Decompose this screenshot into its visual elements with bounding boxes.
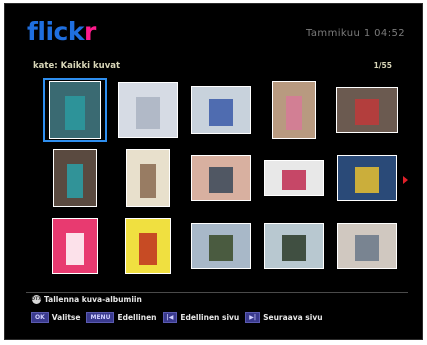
photo-screenshot-window-subject [209, 98, 233, 127]
photo-palm-lake [191, 223, 251, 269]
photo-tile-1[interactable] [43, 78, 107, 142]
photo-palm-lake-subject [209, 235, 233, 262]
clock: Tammikuu 1 04:52 [306, 28, 405, 39]
photo-man-with-art-subject [355, 99, 379, 126]
prev-page-key-icon: |◀ [162, 312, 178, 323]
logo-text-flick: flick [27, 17, 84, 46]
photo-woman-teal-top-subject [65, 96, 85, 130]
photo-woman-teal-top [49, 81, 101, 139]
photo-tile-12[interactable] [116, 214, 180, 278]
photo-blue-painting-subject [355, 167, 379, 194]
photo-tile-9[interactable] [262, 146, 326, 210]
photo-counter: 1/55 [373, 61, 392, 70]
photo-tile-3[interactable] [189, 78, 253, 142]
photo-sunset-lake [191, 155, 251, 201]
photo-woman-teal-standing-subject [66, 164, 84, 198]
photo-three-paintings-subject [282, 169, 306, 190]
photo-blue-painting [337, 155, 397, 201]
photo-woman-teal-standing [53, 149, 97, 207]
photo-tile-2[interactable] [116, 78, 180, 142]
ok-key-label: Valitse [51, 313, 81, 322]
photo-grid [43, 78, 407, 278]
breadcrumb: kate: Kaikki kuvat [33, 61, 121, 71]
photo-tile-6[interactable] [43, 146, 107, 210]
photo-palm-shore-subject [282, 235, 306, 262]
photo-pink-painting [52, 218, 98, 274]
prev-page-key-label: Edellinen sivu [180, 313, 240, 322]
photo-calm-lake-subject [355, 235, 379, 262]
menu-key-label: Edellinen [117, 313, 157, 322]
logo-text-r: r [83, 17, 96, 46]
photo-man-with-art [336, 87, 398, 133]
photo-person-pink-shirt [272, 81, 316, 139]
photo-tile-5[interactable] [335, 78, 399, 142]
ok-key-icon: OK [31, 312, 49, 323]
photo-tile-10[interactable] [335, 146, 399, 210]
save-to-album-hint: DTX Tallenna kuva-albumiin [31, 295, 142, 304]
save-to-album-label: Tallenna kuva-albumiin [44, 295, 142, 304]
next-page-arrow-icon[interactable] [403, 176, 408, 184]
photo-screenshot-window [191, 86, 251, 134]
photo-palm-shore [264, 223, 324, 269]
tv-screen: flickr Tammikuu 1 04:52 kate: Kaikki kuv… [4, 3, 423, 340]
photo-tile-8[interactable] [189, 146, 253, 210]
photo-screenshot-list [118, 82, 178, 138]
photo-tile-14[interactable] [262, 214, 326, 278]
photo-tile-11[interactable] [43, 214, 107, 278]
photo-tile-13[interactable] [189, 214, 253, 278]
photo-tile-4[interactable] [262, 78, 326, 142]
photo-woman-doorway [126, 149, 170, 207]
flickr-logo: flickr [27, 19, 96, 44]
photo-pink-painting-subject [66, 232, 84, 265]
dtx-button-icon: DTX [31, 295, 42, 304]
remote-key-legend: OK Valitse MENU Edellinen |◀ Edellinen s… [31, 312, 329, 323]
footer-divider [26, 292, 408, 293]
photo-tile-15[interactable] [335, 214, 399, 278]
photo-three-paintings [264, 160, 324, 196]
photo-tile-7[interactable] [116, 146, 180, 210]
photo-person-pink-shirt-subject [285, 96, 303, 130]
photo-yellow-painting [125, 218, 171, 274]
next-page-key-label: Seuraava sivu [263, 313, 323, 322]
photo-woman-doorway-subject [139, 164, 157, 198]
menu-key-icon: MENU [86, 312, 115, 323]
photo-sunset-lake-subject [209, 167, 233, 194]
photo-yellow-painting-subject [139, 232, 157, 265]
photo-screenshot-list-subject [136, 96, 160, 129]
photo-calm-lake [337, 223, 397, 269]
next-page-key-icon: ▶| [245, 312, 261, 323]
